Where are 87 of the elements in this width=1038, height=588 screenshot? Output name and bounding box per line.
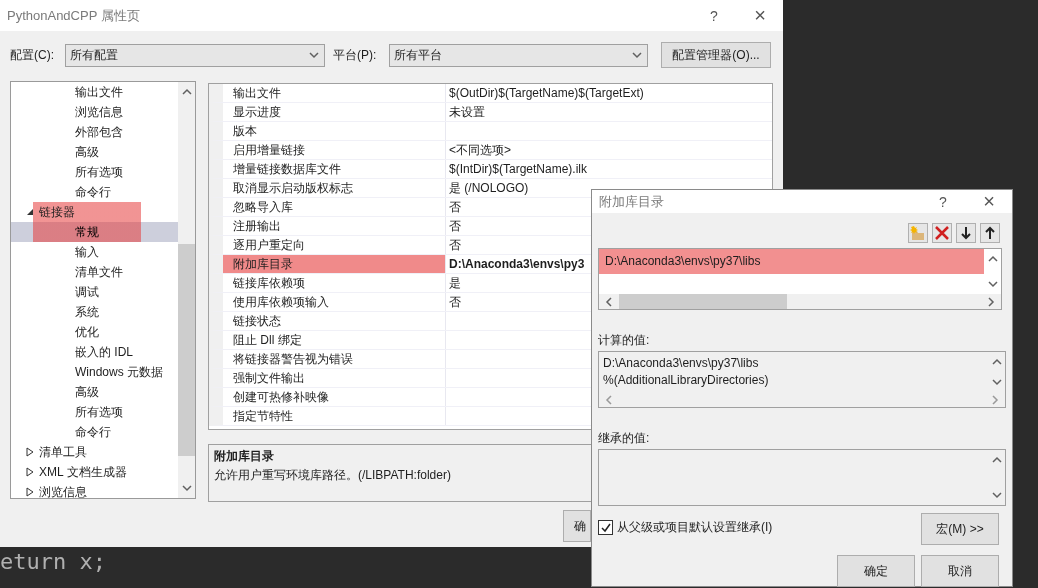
tree-item[interactable]: 清单文件: [11, 262, 178, 282]
description-title: 附加库目录: [214, 448, 275, 465]
window-title: PythonAndCPP 属性页: [7, 6, 141, 25]
property-name[interactable]: 链接库依赖项: [223, 274, 446, 292]
property-name[interactable]: 阻止 Dll 绑定: [223, 331, 446, 349]
directory-list[interactable]: D:\Anaconda3\envs\py37\libs: [598, 248, 1002, 310]
ok-button[interactable]: 确定: [837, 555, 915, 587]
tree-item[interactable]: 外部包含: [11, 122, 178, 142]
property-name[interactable]: 指定节特性: [223, 407, 446, 425]
property-name[interactable]: 链接状态: [223, 312, 446, 330]
tree-item[interactable]: 输入: [11, 242, 178, 262]
property-name[interactable]: 将链接器警告视为错误: [223, 350, 446, 368]
tree-item[interactable]: 浏览信息: [11, 482, 178, 498]
collapsed-arrow-icon[interactable]: [25, 467, 35, 477]
scrollbar[interactable]: [599, 294, 1001, 309]
property-value[interactable]: $(OutDir)$(TargetName)$(TargetExt): [446, 84, 772, 102]
tree-item[interactable]: 命令行: [11, 422, 178, 442]
scroll-thumb[interactable]: [619, 294, 787, 309]
computed-values-box[interactable]: D:\Anaconda3\envs\py37\libs %(AdditionalLibraryDirectories): [598, 351, 1006, 408]
tree-item[interactable]: 调试: [11, 282, 178, 302]
property-name[interactable]: 增量链接数据库文件: [223, 160, 446, 178]
tree-item[interactable]: 高级: [11, 142, 178, 162]
property-row[interactable]: 启用增量链接 <不同选项>: [209, 141, 772, 160]
section-label: 继承的值:: [598, 430, 651, 447]
property-name[interactable]: 启用增量链接: [223, 141, 446, 159]
property-name[interactable]: 强制文件输出: [223, 369, 446, 387]
tree-item[interactable]: 输出文件: [11, 82, 178, 102]
tree-item[interactable]: 命令行: [11, 182, 178, 202]
property-row[interactable]: 显示进度 未设置: [209, 103, 772, 122]
value-line: D:\Anaconda3\envs\py37\libs: [603, 355, 760, 372]
property-name[interactable]: 版本: [223, 122, 446, 140]
scroll-thumb[interactable]: [178, 244, 195, 456]
list-item[interactable]: D:\Anaconda3\envs\py37\libs: [599, 249, 984, 274]
collapsed-arrow-icon[interactable]: [25, 447, 35, 457]
tree-item[interactable]: 优化: [11, 322, 178, 342]
scroll-down-icon[interactable]: [986, 278, 999, 290]
property-name[interactable]: 注册输出: [223, 217, 446, 235]
tree-item[interactable]: 系统: [11, 302, 178, 322]
delete-icon[interactable]: [932, 223, 952, 243]
property-name[interactable]: 忽略导入库: [223, 198, 446, 216]
value-line: %(AdditionalLibraryDirectories): [603, 372, 770, 389]
close-button[interactable]: ×: [966, 190, 1012, 213]
tree-item[interactable]: Windows 元数据: [11, 362, 178, 382]
property-value[interactable]: $(IntDir)$(TargetName).ilk: [446, 160, 772, 178]
tree-item[interactable]: 嵌入的 IDL: [11, 342, 178, 362]
property-name[interactable]: 输出文件: [223, 84, 446, 102]
help-button[interactable]: ?: [920, 193, 966, 210]
property-value[interactable]: 未设置: [446, 103, 772, 121]
platform-dropdown[interactable]: 所有平台: [389, 43, 648, 67]
macro-button[interactable]: 宏(M) >>: [921, 513, 999, 545]
config-dropdown[interactable]: 所有配置: [65, 43, 325, 67]
property-name[interactable]: 创建可热修补映像: [223, 388, 446, 406]
config-manager-button[interactable]: 配置管理器(O)...: [661, 42, 771, 68]
help-button[interactable]: ?: [691, 7, 737, 24]
scroll-right-icon[interactable]: [985, 295, 997, 308]
property-value[interactable]: <不同选项>: [446, 141, 772, 159]
tree-item[interactable]: 高级: [11, 382, 178, 402]
tree-item[interactable]: 清单工具: [11, 442, 178, 462]
tree-item[interactable]: 所有选项: [11, 162, 178, 182]
checkmark-icon[interactable]: [599, 521, 612, 534]
tree-item[interactable]: XML 文档生成器: [11, 462, 178, 482]
property-name[interactable]: 显示进度: [223, 103, 446, 121]
scroll-down-icon[interactable]: [180, 482, 193, 494]
scroll-left-icon[interactable]: [603, 295, 615, 308]
property-name[interactable]: 逐用户重定向: [223, 236, 446, 254]
tree-item[interactable]: 浏览信息: [11, 102, 178, 122]
cancel-button[interactable]: 取消: [921, 555, 999, 587]
property-row[interactable]: 版本: [209, 122, 772, 141]
description-text: 允许用户重写环境库路径。(/LIBPATH:folder): [214, 467, 452, 484]
section-label: 计算的值:: [598, 332, 651, 349]
property-name[interactable]: 取消显示启动版权标志: [223, 179, 446, 197]
config-label: 配置(C):: [10, 46, 55, 64]
code-text: eturn x;: [0, 550, 106, 574]
ok-button[interactable]: 确: [563, 510, 591, 542]
property-row[interactable]: 输出文件 $(OutDir)$(TargetName)$(TargetExt): [209, 84, 772, 103]
property-name[interactable]: 使用库依赖项输入: [223, 293, 446, 311]
inherit-checkbox[interactable]: 从父级或项目默认设置继承(I): [598, 519, 773, 536]
collapsed-arrow-icon[interactable]: [25, 487, 35, 497]
scrollbar[interactable]: [178, 82, 195, 498]
platform-label: 平台(P):: [333, 46, 378, 64]
tree-item[interactable]: 所有选项: [11, 402, 178, 422]
close-button[interactable]: ×: [737, 4, 783, 27]
property-name[interactable]: 附加库目录: [223, 255, 446, 273]
expanded-arrow-icon[interactable]: [25, 207, 35, 217]
scroll-down-icon[interactable]: [990, 376, 1003, 388]
scroll-down-icon[interactable]: [990, 489, 1003, 501]
tree-item[interactable]: 常规: [11, 222, 178, 242]
